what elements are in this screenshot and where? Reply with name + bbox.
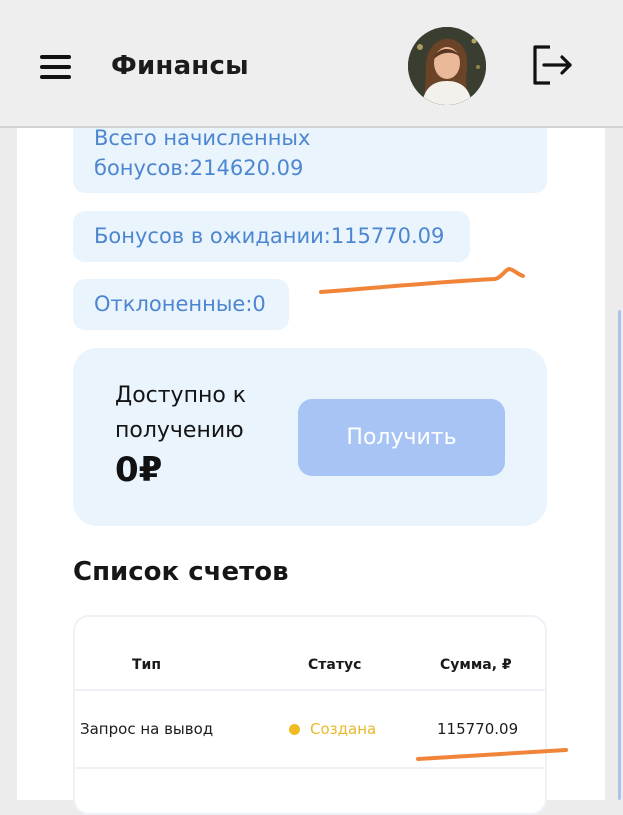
- column-header-type: Тип: [132, 657, 162, 673]
- row-divider: [75, 689, 545, 691]
- hamburger-menu-icon[interactable]: [40, 53, 72, 81]
- available-card: Доступно к получению 0₽ Получить: [73, 348, 547, 526]
- annotation-underline: [416, 748, 568, 761]
- avatar[interactable]: [408, 27, 486, 105]
- row-status-cell: Создана: [289, 720, 376, 738]
- pending-bonuses-chip: Бонусов в ожидании:115770.09: [73, 211, 470, 262]
- available-amount: 0₽: [115, 450, 163, 490]
- row-status-label: Создана: [310, 720, 377, 738]
- invoices-table: Тип Статус Сумма, ₽ Запрос на вывод Созд…: [73, 615, 547, 815]
- row-divider: [75, 767, 545, 769]
- app-header: Финансы: [0, 0, 623, 128]
- rejected-bonuses-label: Отклоненные:0: [94, 292, 266, 316]
- annotation-underline: [319, 267, 525, 294]
- rejected-bonuses-chip: Отклоненные:0: [73, 279, 289, 330]
- column-header-amount: Сумма, ₽: [440, 657, 512, 673]
- pending-bonuses-label: Бонусов в ожидании:115770.09: [94, 224, 445, 248]
- status-dot-icon: [289, 723, 300, 735]
- invoices-title: Список счетов: [73, 557, 289, 587]
- get-payout-button[interactable]: Получить: [298, 399, 505, 476]
- available-label: Доступно к получению: [115, 383, 247, 443]
- column-header-status: Статус: [308, 657, 362, 673]
- scrollbar[interactable]: [618, 310, 621, 800]
- logout-icon[interactable]: [530, 44, 574, 86]
- page-title: Финансы: [111, 51, 249, 81]
- total-bonuses-label: Всего начисленных бонусов:214620.09: [94, 126, 311, 180]
- row-amount-cell: 115770.09: [437, 720, 519, 738]
- row-type-cell: Запрос на вывод: [80, 720, 214, 738]
